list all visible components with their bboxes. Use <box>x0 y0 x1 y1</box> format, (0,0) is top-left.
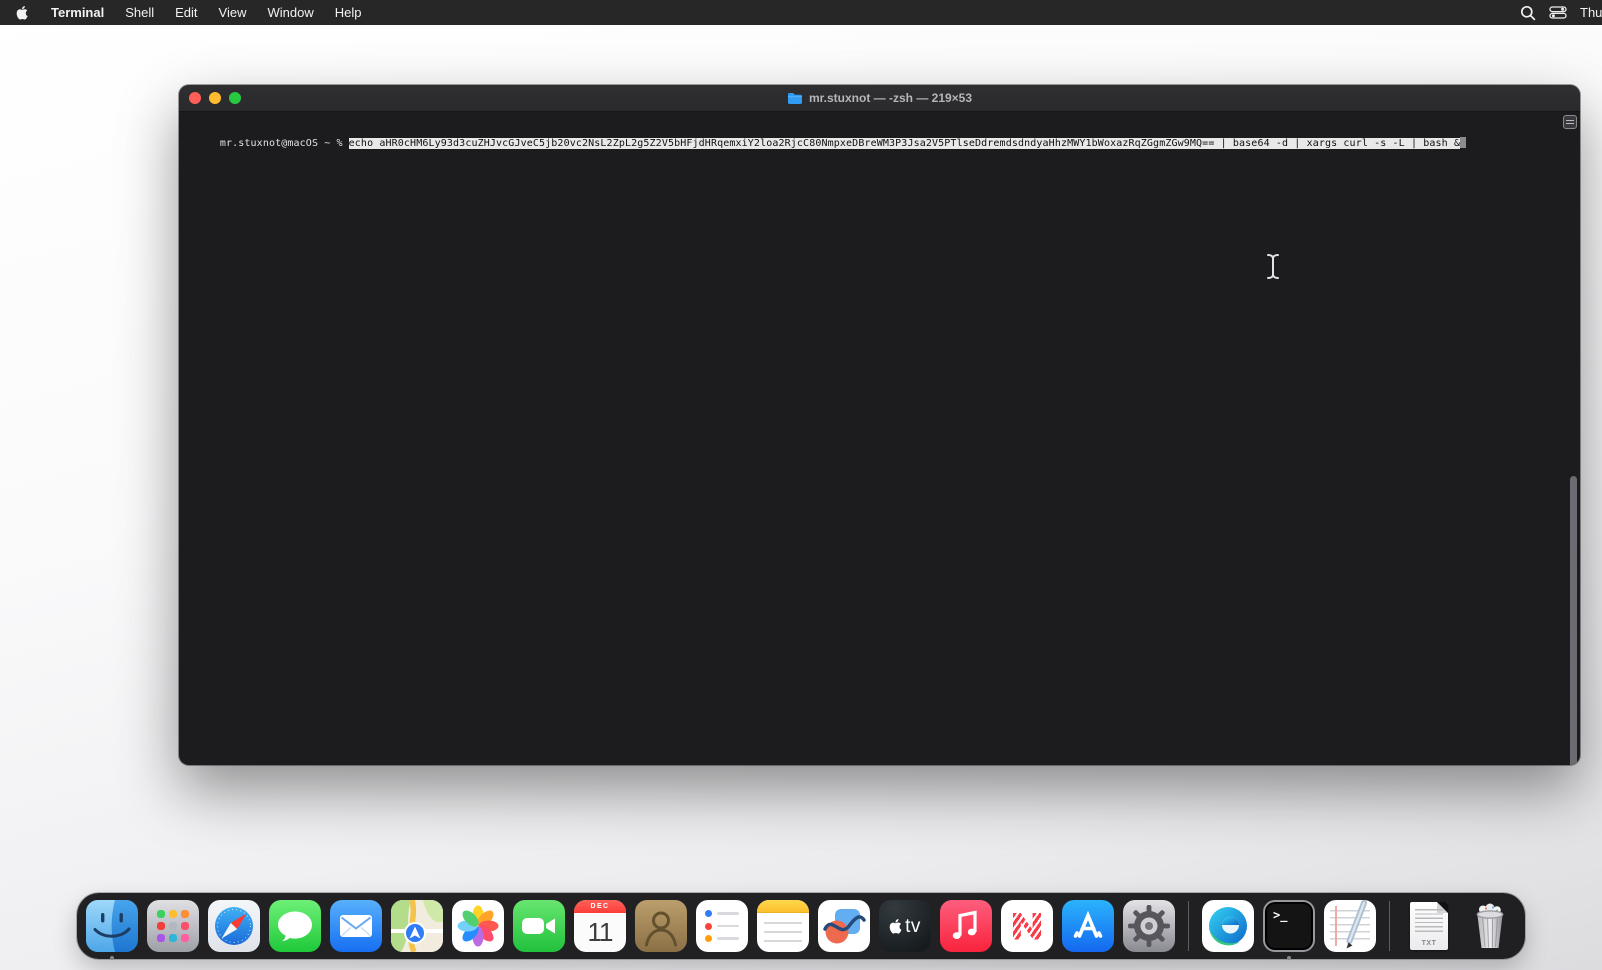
safari-icon <box>208 900 260 952</box>
dock-item-reminders[interactable] <box>696 900 748 952</box>
music-icon <box>940 900 992 952</box>
minimize-button[interactable] <box>209 92 221 104</box>
notes-icon <box>757 900 809 952</box>
calendar-day: 11 <box>587 917 614 947</box>
menu-bar-clock[interactable]: Thu <box>1580 0 1602 25</box>
control-center-icon <box>1549 6 1567 19</box>
news-icon <box>1001 900 1053 952</box>
dock-item-facetime[interactable] <box>513 900 565 952</box>
dock-item-apple-tv[interactable]: tv <box>879 900 931 952</box>
dock-item-messages[interactable] <box>269 900 321 952</box>
freeform-icon <box>818 900 870 952</box>
terminal-window: mr.stuxnot — -zsh — 219×53 mr.stuxnot@ma… <box>179 85 1580 765</box>
terminal-app-icon: >_ <box>1263 900 1315 952</box>
folder-icon <box>787 92 802 104</box>
messages-icon <box>269 900 321 952</box>
menu-help[interactable]: Help <box>335 5 362 20</box>
textedit-icon <box>1324 900 1376 952</box>
menu-window[interactable]: Window <box>268 5 314 20</box>
dock-item-photos[interactable] <box>452 900 504 952</box>
terminal-prompt-line: mr.stuxnot@macOS ~ % echo aHR0cHM6Ly93d3c… <box>183 124 1467 163</box>
dock-item-notes[interactable] <box>757 900 809 952</box>
dock-item-trash[interactable] <box>1464 900 1516 952</box>
shell-prompt: mr.stuxnot@macOS ~ % <box>219 138 343 149</box>
reminders-icon <box>696 900 748 952</box>
dock-item-app-store[interactable] <box>1062 900 1114 952</box>
menu-edit[interactable]: Edit <box>175 5 197 20</box>
txt-document-icon: TXT <box>1403 900 1455 952</box>
apple-logo-icon <box>16 5 28 20</box>
contacts-icon <box>635 900 687 952</box>
dock-divider <box>1188 901 1189 951</box>
terminal-prompt-glyph: >_ <box>1273 908 1288 922</box>
selected-command-text: echo aHR0cHM6Ly93d3cuZHJvcGJveC5jb20vc2N… <box>348 138 1461 149</box>
search-icon <box>1520 5 1536 20</box>
mouse-cursor-ibeam <box>1265 253 1281 285</box>
dock-item-textedit[interactable] <box>1324 900 1376 952</box>
settings-gear-icon <box>1123 900 1175 952</box>
spotlight-search-button[interactable] <box>1520 0 1536 25</box>
edge-icon <box>1202 900 1254 952</box>
dock-item-contacts[interactable] <box>635 900 687 952</box>
maps-icon <box>391 900 443 952</box>
close-button[interactable] <box>189 92 201 104</box>
desktop: { "menu_bar": { "app_name": "Terminal", … <box>0 0 1602 970</box>
dock-item-news[interactable] <box>1001 900 1053 952</box>
dock-item-finder[interactable] <box>86 900 138 952</box>
calendar-icon: DEC 11 <box>574 900 626 952</box>
finder-icon <box>86 900 138 952</box>
apple-logo-glyph <box>889 919 902 934</box>
menu-bar: Terminal Shell Edit View Window Help Thu <box>0 0 1602 25</box>
dock-item-freeform[interactable] <box>818 900 870 952</box>
dock-item-system-settings[interactable] <box>1123 900 1175 952</box>
terminal-content[interactable]: mr.stuxnot@macOS ~ % echo aHR0cHM6Ly93d3c… <box>179 112 1580 765</box>
dock-item-music[interactable] <box>940 900 992 952</box>
apple-menu[interactable] <box>16 4 30 21</box>
tv-label: tv <box>905 915 921 937</box>
photos-icon <box>452 900 504 952</box>
traffic-lights <box>189 92 241 104</box>
window-title-bar[interactable]: mr.stuxnot — -zsh — 219×53 <box>179 85 1580 112</box>
launchpad-icon <box>147 900 199 952</box>
scrollbar-thumb[interactable] <box>1570 476 1577 765</box>
menu-view[interactable]: View <box>219 5 247 20</box>
menu-app-name[interactable]: Terminal <box>51 5 104 20</box>
calendar-month: DEC <box>574 900 626 913</box>
dock-divider <box>1389 901 1390 951</box>
menu-shell[interactable]: Shell <box>125 5 154 20</box>
window-title-text: mr.stuxnot — -zsh — 219×53 <box>808 91 973 105</box>
dock-item-microsoft-edge[interactable] <box>1202 900 1254 952</box>
dock-item-txt-document[interactable]: TXT <box>1403 900 1455 952</box>
dock-item-launchpad[interactable] <box>147 900 199 952</box>
app-store-icon <box>1062 900 1114 952</box>
scrollbar-marker-button[interactable] <box>1563 115 1577 129</box>
dock-item-maps[interactable] <box>391 900 443 952</box>
dock-item-calendar[interactable]: DEC 11 <box>574 900 626 952</box>
facetime-icon <box>513 900 565 952</box>
terminal-cursor <box>1460 137 1467 148</box>
dock: DEC 11 tv >_ TXT <box>77 893 1525 959</box>
zoom-button[interactable] <box>229 92 241 104</box>
dock-item-terminal[interactable]: >_ <box>1263 900 1315 952</box>
window-title: mr.stuxnot — -zsh — 219×53 <box>787 91 972 105</box>
control-center-button[interactable] <box>1549 0 1567 25</box>
mail-icon <box>330 900 382 952</box>
txt-label: TXT <box>1421 940 1437 947</box>
apple-tv-icon: tv <box>879 900 931 952</box>
trash-icon <box>1464 900 1516 952</box>
dock-item-safari[interactable] <box>208 900 260 952</box>
pen-icon <box>1346 900 1367 949</box>
dock-item-mail[interactable] <box>330 900 382 952</box>
